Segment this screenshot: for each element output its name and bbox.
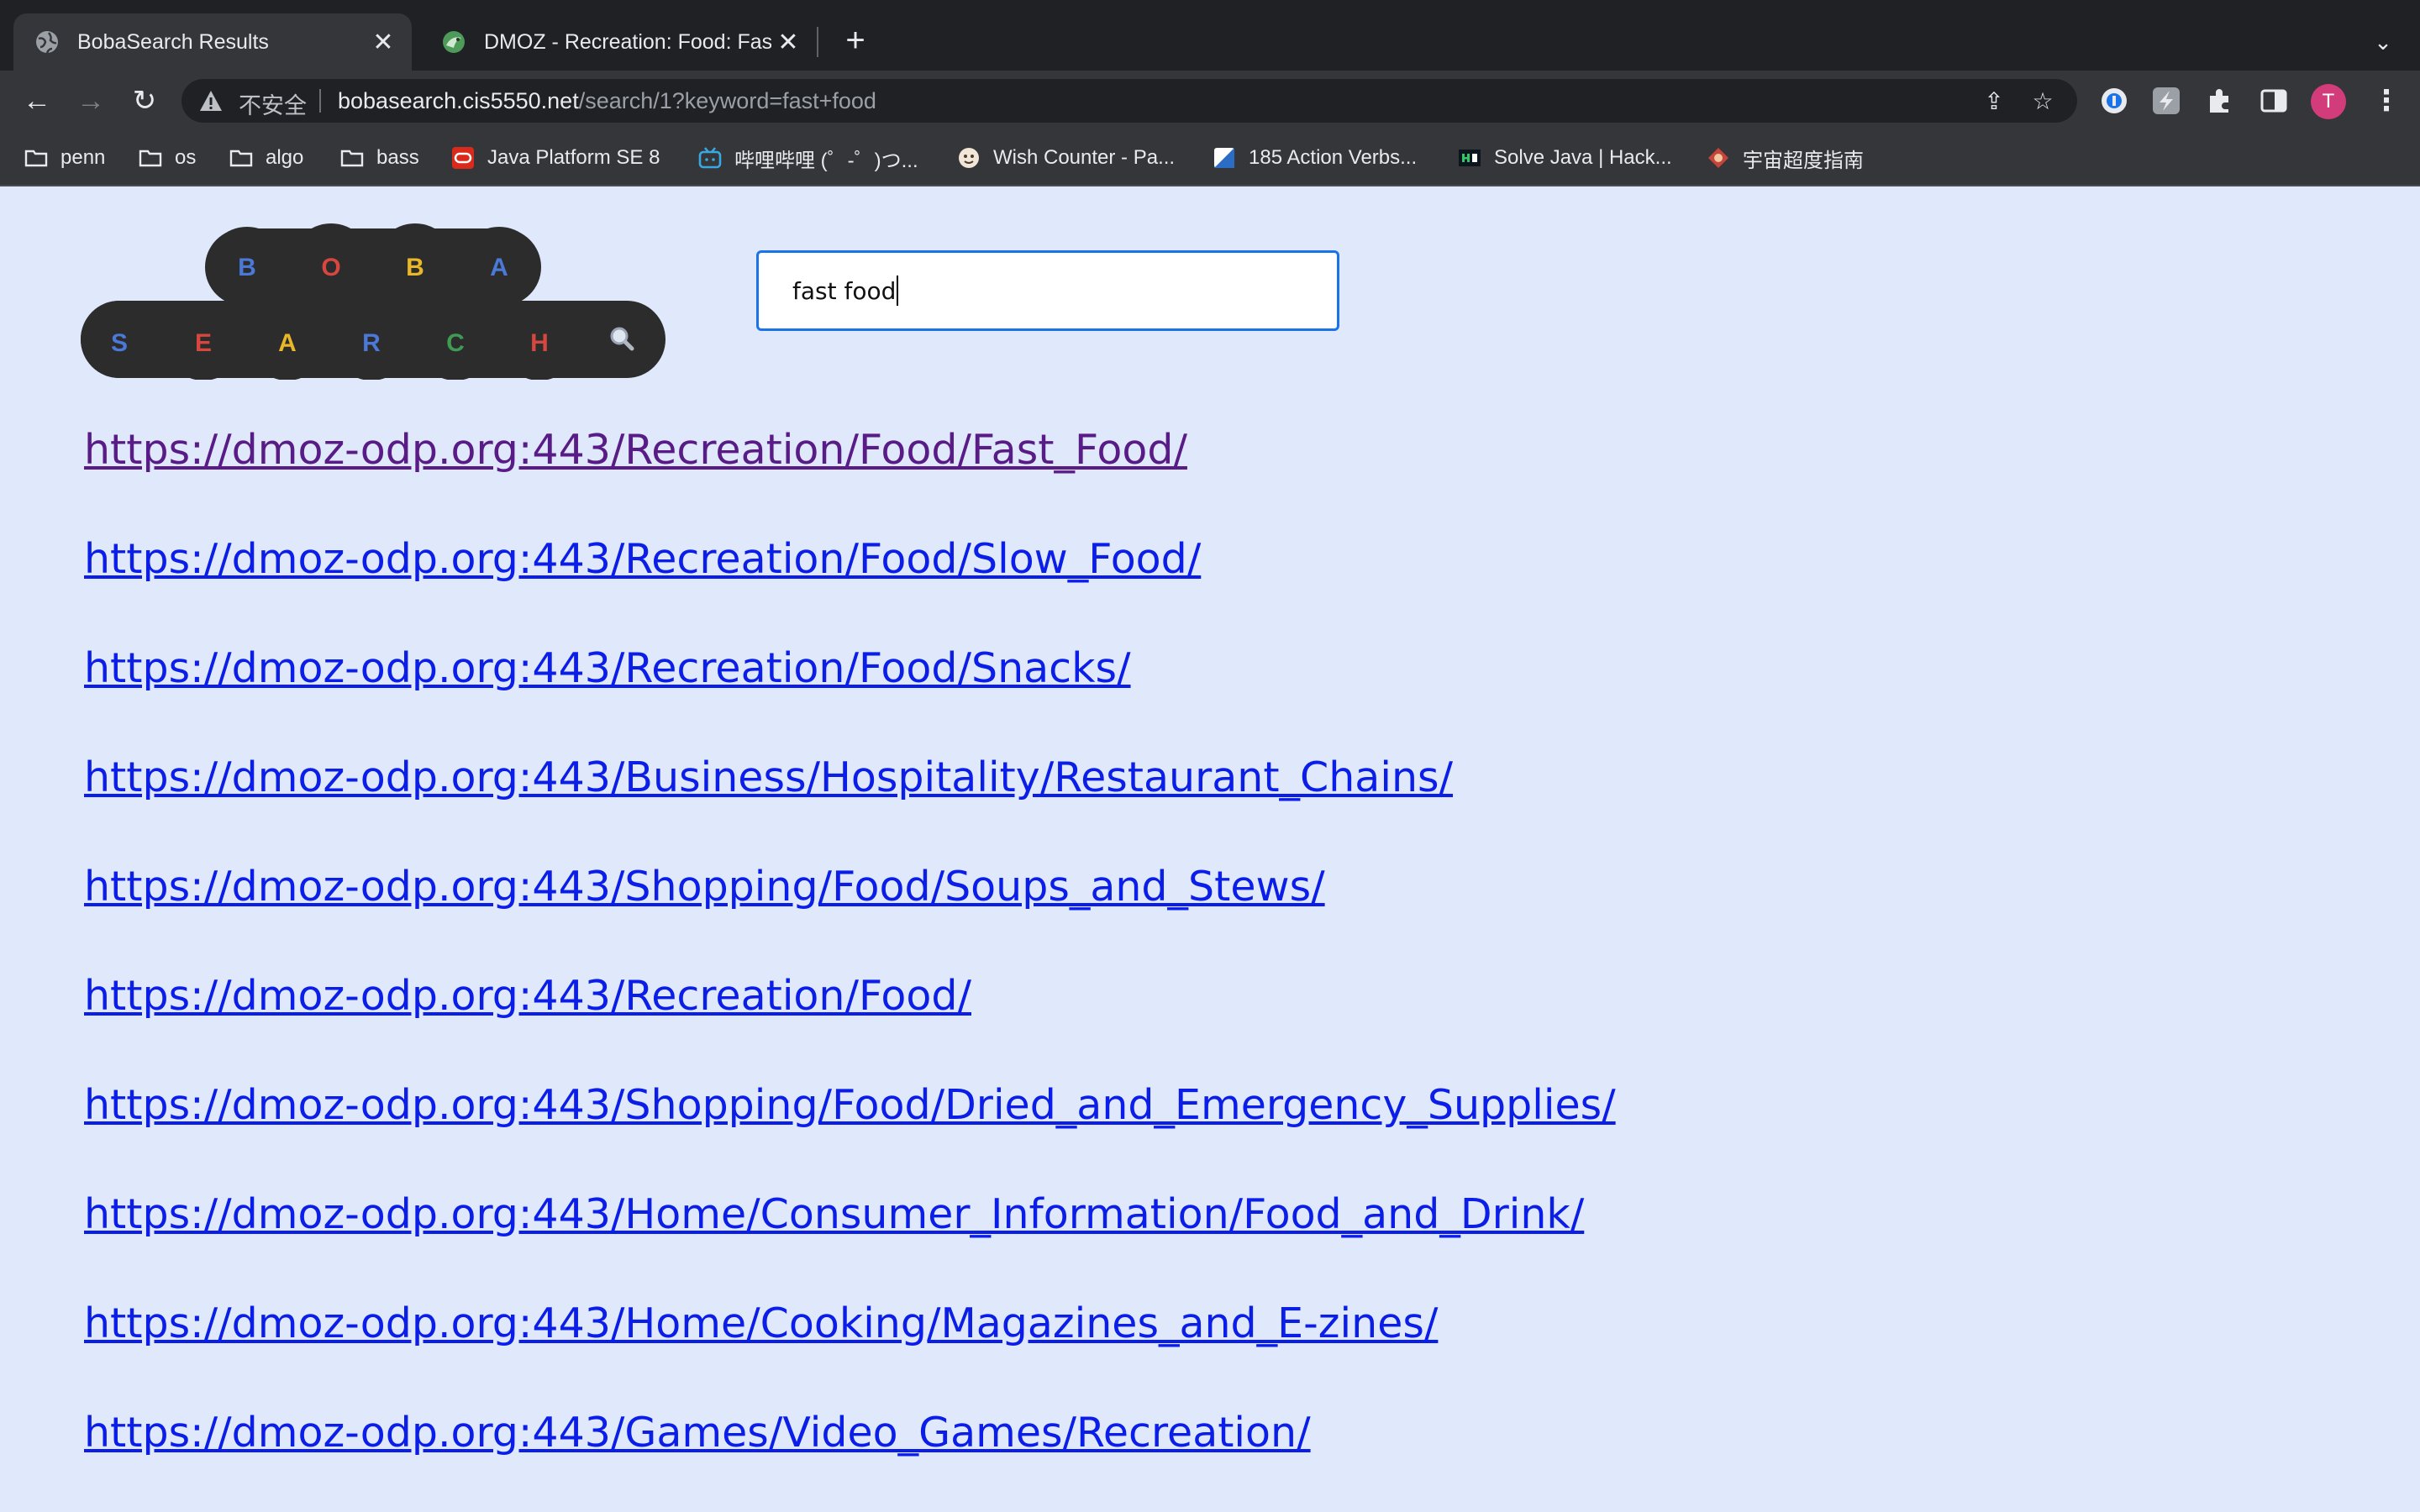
bookmark-guide[interactable]: 宇宙超度指南 xyxy=(1706,143,1864,173)
guide-icon xyxy=(1708,148,1728,168)
logo-letter: B xyxy=(406,254,424,281)
address-divider xyxy=(319,89,321,113)
bookmark-label: algo xyxy=(266,146,304,169)
result-link[interactable]: https://dmoz-odp.org:443/Business/Hospit… xyxy=(84,753,2269,862)
result-link[interactable]: https://dmoz-odp.org:443/Recreation/Food… xyxy=(84,971,2269,1080)
doc-icon xyxy=(1214,148,1234,168)
profile-avatar[interactable]: T xyxy=(2311,84,2346,119)
logo-letter: R xyxy=(362,329,381,357)
new-tab-icon[interactable]: + xyxy=(837,22,874,59)
search-results-list: https://dmoz-odp.org:443/Recreation/Food… xyxy=(84,425,2269,1512)
bookmark-java-platform[interactable]: Java Platform SE 8 xyxy=(450,143,660,173)
tab-dmoz-recreation[interactable]: DMOZ - Recreation: Food: Fast Food ✕ xyxy=(420,13,817,71)
reload-icon[interactable]: ↻ xyxy=(126,82,163,119)
back-arrow-icon[interactable]: ← xyxy=(18,82,55,119)
logo-letter: H xyxy=(530,329,549,357)
share-icon[interactable]: ⇪ xyxy=(1981,89,2007,114)
result-link[interactable]: https://dmoz-odp.org:443/Shopping/Food/D… xyxy=(84,1080,2269,1189)
logo-letter: A xyxy=(490,254,508,281)
logo-letter: S xyxy=(111,329,128,357)
logo-letter: O xyxy=(321,254,340,281)
wish-icon xyxy=(959,148,979,168)
dmoz-icon xyxy=(443,31,465,53)
url-host: bobasearch.cis5550.net xyxy=(338,88,579,113)
search-input[interactable]: fast food xyxy=(756,250,1339,331)
tab-bobasearch-results[interactable]: BobaSearch Results ✕ xyxy=(13,13,412,71)
bookmark-label: 185 Action Verbs... xyxy=(1249,146,1418,169)
star-icon[interactable]: ☆ xyxy=(2030,89,2055,114)
bookmark-label: os xyxy=(175,146,197,169)
bookmark-label: Solve Java | Hack... xyxy=(1494,146,1672,169)
extension-bolt-icon[interactable] xyxy=(2151,86,2181,116)
warning-icon xyxy=(200,91,222,111)
result-link[interactable]: https://dmoz-odp.org:443/Recreation/Food… xyxy=(84,534,2269,643)
hackerrank-icon xyxy=(1459,150,1481,166)
bookmark-os[interactable]: os xyxy=(138,143,196,173)
result-link[interactable]: https://dmoz-odp.org:443/Home/Consumer_I… xyxy=(84,1189,2269,1299)
tab-divider xyxy=(817,27,818,57)
folder-icon xyxy=(24,150,48,167)
bookmark-algo[interactable]: algo xyxy=(229,143,303,173)
bookmark-wish-counter[interactable]: Wish Counter - Pa... xyxy=(956,143,1175,173)
password-manager-icon[interactable] xyxy=(2099,86,2129,116)
bobasearch-logo[interactable]: B O B A S E A R C H xyxy=(81,220,666,380)
more-menu-icon[interactable]: ⋮ xyxy=(2370,84,2403,119)
browser-toolbar: ← → ↻ 不安全 bobasearch.cis5550.net/search/… xyxy=(0,71,2420,131)
result-link[interactable]: https://dmoz-odp.org:443/Recreation/Food… xyxy=(84,643,2269,753)
folder-icon xyxy=(139,150,162,167)
side-panel-icon[interactable] xyxy=(2259,86,2289,116)
close-tab-icon[interactable]: ✕ xyxy=(771,28,805,57)
forward-arrow-icon[interactable]: → xyxy=(72,82,109,119)
logo-letter: B xyxy=(238,254,256,281)
bookmark-label: 宇宙超度指南 xyxy=(1743,149,1864,172)
result-link[interactable]: https://dmoz-odp.org:443/Games/Video_Gam… xyxy=(84,1408,2269,1512)
address-bar[interactable]: 不安全 bobasearch.cis5550.net/search/1?keyw… xyxy=(182,79,2077,123)
bookmark-action-verbs[interactable]: 185 Action Verbs... xyxy=(1212,143,1417,173)
url-path: /search/1?keyword=fast+food xyxy=(578,88,876,113)
oracle-icon xyxy=(452,147,474,169)
tab-title: DMOZ - Recreation: Food: Fast Food xyxy=(484,29,771,54)
tab-title: BobaSearch Results xyxy=(77,29,269,54)
result-link[interactable]: https://dmoz-odp.org:443/Recreation/Food… xyxy=(84,425,2269,534)
bookmark-hackerrank[interactable]: Solve Java | Hack... xyxy=(1457,143,1672,173)
url-text: bobasearch.cis5550.net/search/1?keyword=… xyxy=(338,88,876,114)
folder-icon xyxy=(229,150,253,167)
logo-letter: A xyxy=(278,329,297,357)
bilibili-icon xyxy=(698,147,722,169)
bookmark-label: 哔哩哔哩 (゜-゜)つ... xyxy=(734,149,918,172)
logo-letter: E xyxy=(195,329,212,357)
logo-letter: C xyxy=(446,329,465,357)
security-label: 不安全 xyxy=(239,93,307,118)
search-query-text: fast food xyxy=(792,276,897,305)
text-caret xyxy=(897,276,899,306)
bookmark-label: penn xyxy=(60,146,106,169)
tab-strip: BobaSearch Results ✕ DMOZ - Recreation: … xyxy=(0,0,2420,71)
bookmark-penn[interactable]: penn xyxy=(24,143,105,173)
bookmark-label: Java Platform SE 8 xyxy=(487,146,660,169)
bookmark-bass[interactable]: bass xyxy=(339,143,419,173)
puzzle-icon[interactable] xyxy=(2205,86,2235,116)
folder-icon xyxy=(340,150,364,167)
bookmark-label: Wish Counter - Pa... xyxy=(993,146,1176,169)
globe-icon xyxy=(36,31,58,54)
result-link[interactable]: https://dmoz-odp.org:443/Shopping/Food/S… xyxy=(84,862,2269,971)
bookmarks-bar: penn os algo bass Java Platform SE 8 哔哩哔… xyxy=(0,131,2420,186)
close-tab-icon[interactable]: ✕ xyxy=(366,28,400,57)
bookmark-bilibili[interactable]: 哔哩哔哩 (゜-゜)つ... xyxy=(697,143,918,173)
result-link[interactable]: https://dmoz-odp.org:443/Home/Cooking/Ma… xyxy=(84,1299,2269,1408)
chevron-down-icon[interactable]: ⌄ xyxy=(2366,25,2400,59)
bookmark-label: bass xyxy=(376,146,419,169)
